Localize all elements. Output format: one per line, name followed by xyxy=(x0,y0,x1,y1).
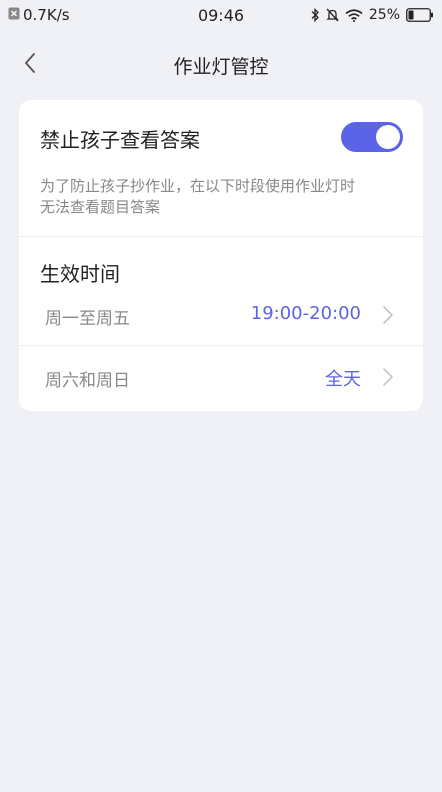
description-line-1: 为了防止孩子抄作业，在以下时段使用作业灯时 xyxy=(40,177,356,195)
toggle-knob xyxy=(376,125,400,149)
battery-percent: 25% xyxy=(368,7,400,23)
weekend-time-row[interactable]: 周六和周日 全天 xyxy=(19,352,423,404)
description-line-2: 无法查看题目答案 xyxy=(40,198,161,216)
settings-card: 禁止孩子查看答案 为了防止孩子抄作业，在以下时段使用作业灯时 无法查看题目答案 … xyxy=(19,100,423,411)
weekend-label: 周六和周日 xyxy=(45,371,130,391)
mute-icon xyxy=(326,8,339,22)
back-button[interactable] xyxy=(14,49,46,81)
chevron-right-icon xyxy=(381,305,395,325)
chevron-right-icon xyxy=(381,367,395,387)
bluetooth-icon xyxy=(310,8,320,22)
weekend-time-value: 全天 xyxy=(325,369,361,390)
effective-time-title: 生效时间 xyxy=(40,262,120,286)
close-box-icon xyxy=(8,6,20,24)
weekday-label: 周一至周五 xyxy=(45,309,130,329)
back-chevron-icon xyxy=(23,52,37,78)
wifi-icon xyxy=(345,8,363,22)
navigation-bar: 作业灯管控 xyxy=(0,40,442,90)
page-title: 作业灯管控 xyxy=(173,55,269,78)
hide-answers-toggle[interactable] xyxy=(341,122,403,152)
hide-answers-description: 为了防止孩子抄作业，在以下时段使用作业灯时 无法查看题目答案 xyxy=(40,176,410,218)
status-left: 0.7K/s xyxy=(8,6,70,24)
divider xyxy=(19,345,423,346)
divider xyxy=(19,236,423,237)
hide-answers-label: 禁止孩子查看答案 xyxy=(40,128,200,152)
network-speed: 0.7K/s xyxy=(23,6,70,24)
status-right: 25% xyxy=(310,7,434,23)
battery-icon xyxy=(406,8,434,22)
weekday-time-row[interactable]: 周一至周五 19:00-20:00 xyxy=(19,290,423,342)
weekday-time-value: 19:00-20:00 xyxy=(250,303,361,324)
status-bar: 0.7K/s 09:46 25% xyxy=(0,0,442,30)
hide-answers-row: 禁止孩子查看答案 xyxy=(19,100,423,175)
